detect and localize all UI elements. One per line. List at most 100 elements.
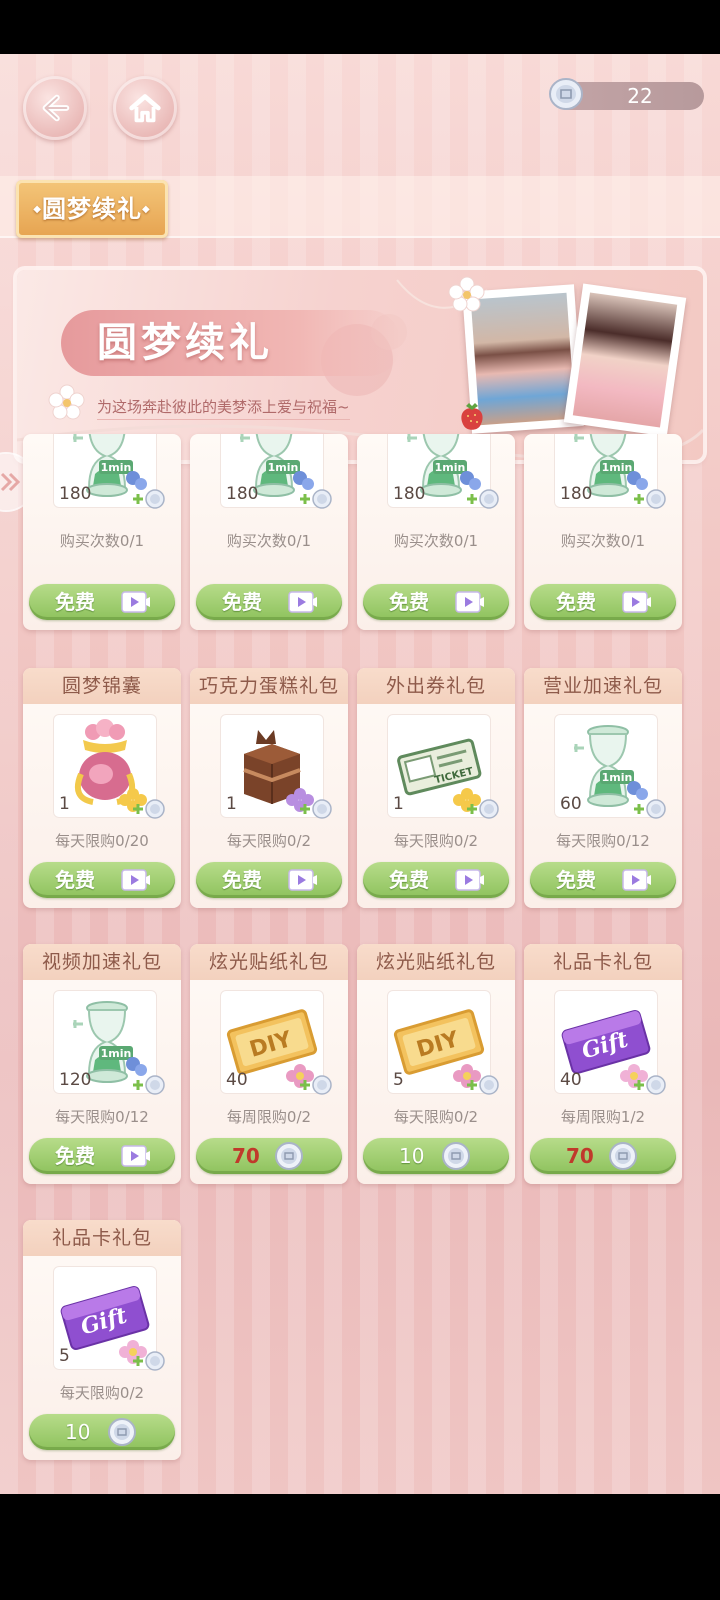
free-video-button[interactable]: 免费 (530, 862, 676, 898)
tab-ornament-left: ◆ (33, 204, 42, 215)
back-button[interactable] (23, 76, 87, 140)
purchase-limit: 购买次数0/1 (226, 532, 312, 550)
item-slot: 1min 120 (53, 990, 165, 1095)
pack-title: 视频加速礼包 (23, 944, 181, 980)
item-quantity: 1 (226, 794, 237, 814)
svg-text:1min: 1min (602, 771, 633, 784)
free-video-button[interactable]: 免费 (29, 1138, 175, 1174)
home-icon (129, 94, 161, 123)
item-slot: TICKET 1 (387, 714, 499, 819)
plus-coin-icon (463, 488, 499, 510)
svg-text:1min: 1min (101, 1047, 132, 1060)
video-icon (121, 869, 151, 891)
plus-coin-icon (296, 798, 332, 820)
pack-card: 1min 180 购买次数0/1 免费 (524, 434, 682, 630)
free-video-button[interactable]: 免费 (530, 584, 676, 620)
free-button-label: 免费 (55, 1144, 95, 1168)
purchase-limit: 每天限购0/12 (556, 832, 650, 850)
purchase-limit: 每天限购0/20 (55, 832, 149, 850)
purchase-limit: 每天限购0/2 (59, 1384, 145, 1402)
video-icon (288, 591, 318, 613)
price-label: 10 (65, 1420, 91, 1444)
tab-yuanmeng[interactable]: ◆圆梦续礼◆ (16, 180, 168, 238)
silver-coin-icon (549, 78, 583, 110)
free-button-label: 免费 (55, 868, 95, 892)
plus-coin-icon (630, 798, 666, 820)
item-slot: 1min 180 (554, 434, 666, 509)
back-arrow-icon (42, 94, 70, 122)
shop-screen: 22 ◆圆梦续礼◆ 圆梦续礼 为这场奔赴彼此的美梦添上爱与祝福~ 1min 18… (0, 54, 720, 1494)
video-icon (121, 591, 151, 613)
item-quantity: 1 (59, 794, 70, 814)
free-button-label: 免费 (556, 868, 596, 892)
plus-coin-icon (129, 1074, 165, 1096)
pack-title: 巧克力蛋糕礼包 (190, 668, 348, 704)
price-label: 70 (566, 1144, 594, 1168)
pack-title: 炫光贴纸礼包 (357, 944, 515, 980)
banner-title: 圆梦续礼 (97, 319, 273, 366)
item-slot: DIY 5 (387, 990, 499, 1095)
item-slot: 1min 60 (554, 714, 666, 819)
pack-card: 1min 180 购买次数0/1 免费 (357, 434, 515, 630)
plus-coin-icon (296, 1074, 332, 1096)
event-banner: 圆梦续礼 为这场奔赴彼此的美梦添上爱与祝福~ (17, 270, 703, 460)
video-icon (622, 869, 652, 891)
video-icon (288, 869, 318, 891)
pack-card: 1min 180 购买次数0/1 免费 (23, 434, 181, 630)
free-video-button[interactable]: 免费 (196, 584, 342, 620)
buy-button[interactable]: 70 (196, 1138, 342, 1174)
pack-card: 礼品卡礼包 Gift 40 每周限购1/2 70 (524, 944, 682, 1184)
buy-button[interactable]: 10 (29, 1414, 175, 1450)
plus-coin-icon (630, 1074, 666, 1096)
free-button-label: 免费 (222, 868, 262, 892)
strawberry-icon (461, 403, 483, 430)
item-quantity: 5 (59, 1346, 70, 1366)
item-quantity: 120 (59, 1070, 92, 1090)
video-icon (622, 591, 652, 613)
free-video-button[interactable]: 免费 (29, 862, 175, 898)
flower-icon (48, 384, 85, 420)
buy-button[interactable]: 10 (363, 1138, 509, 1174)
silver-coin-icon (441, 1141, 471, 1171)
item-quantity: 1 (393, 794, 404, 814)
item-slot: 1 (220, 714, 332, 819)
item-quantity: 40 (560, 1070, 582, 1090)
plus-coin-icon (463, 1074, 499, 1096)
free-button-label: 免费 (389, 590, 429, 614)
item-slot: 1 (53, 714, 165, 819)
status-bar (0, 0, 720, 54)
pack-card: 圆梦锦囊 1 每天限购0/20 免费 (23, 668, 181, 908)
pack-title: 礼品卡礼包 (524, 944, 682, 980)
free-video-button[interactable]: 免费 (29, 584, 175, 620)
free-video-button[interactable]: 免费 (363, 862, 509, 898)
tab-ornament-right: ◆ (142, 204, 151, 215)
svg-text:1min: 1min (268, 461, 299, 474)
video-icon (455, 869, 485, 891)
item-quantity: 40 (226, 1070, 248, 1090)
purchase-limit: 每天限购0/12 (55, 1108, 149, 1126)
free-video-button[interactable]: 免费 (363, 584, 509, 620)
flower-icon (448, 276, 485, 312)
free-button-label: 免费 (55, 590, 95, 614)
item-quantity: 180 (560, 484, 593, 504)
video-icon (455, 591, 485, 613)
buy-button[interactable]: 70 (530, 1138, 676, 1174)
pack-title: 礼品卡礼包 (23, 1220, 181, 1256)
item-slot: Gift 5 (53, 1266, 165, 1371)
pack-card: 礼品卡礼包 Gift 5 每天限购0/2 10 (23, 1220, 181, 1460)
price-label: 70 (232, 1144, 260, 1168)
free-video-button[interactable]: 免费 (196, 862, 342, 898)
free-button-label: 免费 (556, 590, 596, 614)
purchase-limit: 每天限购0/2 (226, 832, 312, 850)
purchase-limit: 每天限购0/2 (393, 1108, 479, 1126)
silver-coin-icon (608, 1141, 638, 1171)
plus-coin-icon (129, 798, 165, 820)
item-quantity: 60 (560, 794, 582, 814)
item-slot: DIY 40 (220, 990, 332, 1095)
item-quantity: 180 (59, 484, 92, 504)
tab-label: 圆梦续礼 (42, 195, 142, 223)
purchase-limit: 每周限购0/2 (226, 1108, 312, 1126)
pack-title: 炫光贴纸礼包 (190, 944, 348, 980)
home-button[interactable] (113, 76, 177, 140)
pack-title: 营业加速礼包 (524, 668, 682, 704)
